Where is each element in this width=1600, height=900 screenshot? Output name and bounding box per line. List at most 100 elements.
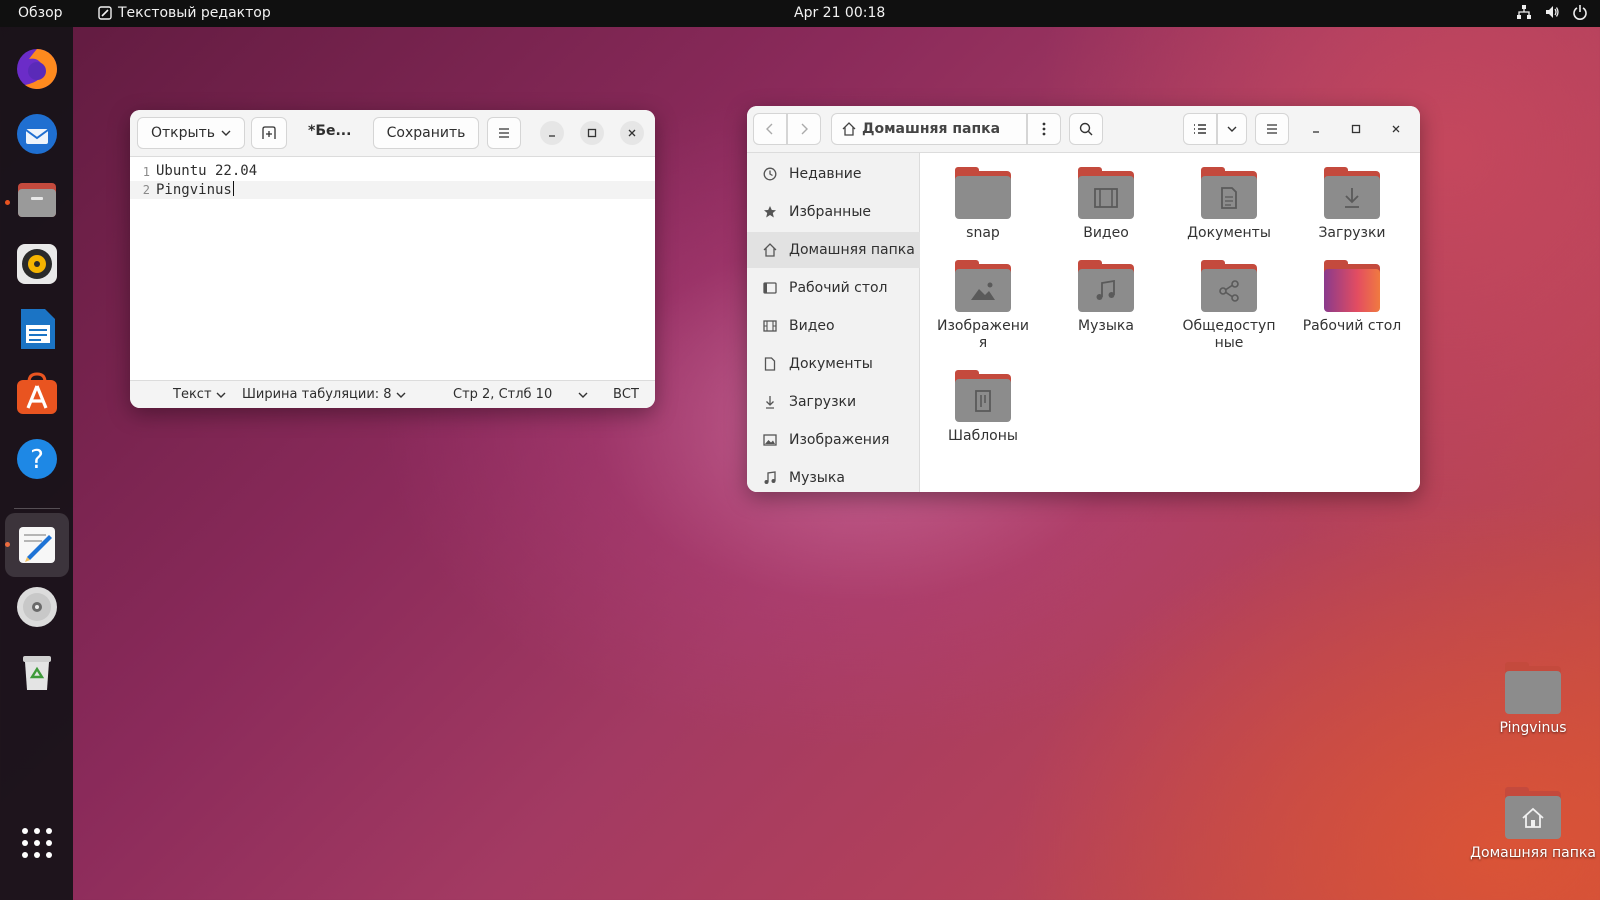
document-icon bbox=[1201, 167, 1257, 219]
document-title[interactable]: *Бе... bbox=[308, 123, 351, 139]
desktop-icon bbox=[761, 281, 779, 295]
power-icon[interactable] bbox=[1572, 4, 1588, 20]
chevron-down-icon bbox=[578, 392, 588, 398]
activities-button[interactable]: Обзор bbox=[18, 5, 63, 21]
sidebar-item-starred[interactable]: Избранные bbox=[747, 194, 920, 230]
view-mode-button[interactable] bbox=[1183, 113, 1217, 145]
app-menu[interactable]: Текстовый редактор bbox=[98, 5, 271, 21]
folder-label: Шаблоны bbox=[948, 428, 1018, 444]
maximize-button[interactable] bbox=[1344, 117, 1368, 141]
view-options-button[interactable] bbox=[1217, 113, 1247, 145]
sidebar-item-documents[interactable]: Документы bbox=[747, 346, 920, 382]
desktop-icon-label: Домашняя папка bbox=[1470, 845, 1596, 861]
back-button[interactable] bbox=[753, 113, 787, 145]
help-icon: ? bbox=[17, 439, 57, 479]
sidebar-item-downloads[interactable]: Загрузки bbox=[747, 384, 920, 420]
folder-item[interactable]: Шаблоны bbox=[928, 370, 1038, 445]
maximize-button[interactable] bbox=[580, 121, 604, 145]
sidebar-item-pictures[interactable]: Изображения bbox=[747, 422, 920, 458]
folder-item[interactable]: Музыка bbox=[1051, 260, 1161, 335]
music-icon bbox=[1078, 260, 1134, 312]
tab-width-selector[interactable]: Ширина табуляции: 8 bbox=[242, 387, 406, 402]
sidebar-item-label: Недавние bbox=[789, 166, 862, 182]
sidebar-item-video[interactable]: Видео bbox=[747, 308, 920, 344]
sidebar-item-music[interactable]: Музыка bbox=[747, 460, 920, 492]
text-line-current: 2 Pingvinus bbox=[130, 181, 655, 199]
desktop-folder-home[interactable]: Домашняя папка bbox=[1463, 787, 1600, 861]
search-icon bbox=[1079, 122, 1093, 136]
dock-firefox[interactable] bbox=[14, 46, 60, 92]
text-area[interactable]: 1 Ubuntu 22.04 2 Pingvinus bbox=[130, 157, 655, 380]
dock-disc[interactable] bbox=[14, 584, 60, 630]
sidebar-item-label: Документы bbox=[789, 356, 873, 372]
files-menu-button[interactable] bbox=[1255, 113, 1289, 145]
sidebar-item-home[interactable]: Домашняя папка bbox=[747, 232, 920, 268]
file-manager-window: Домашняя папка Недавние Избранные Домашн… bbox=[747, 106, 1420, 492]
sidebar-item-label: Избранные bbox=[789, 204, 871, 220]
close-button[interactable] bbox=[620, 121, 644, 145]
sidebar-item-label: Видео bbox=[789, 318, 835, 334]
hamburger-icon bbox=[499, 128, 509, 138]
software-icon bbox=[17, 372, 57, 414]
editor-statusbar: Текст Ширина табуляции: 8 Стр 2, Стлб 10… bbox=[130, 380, 655, 408]
clock-icon bbox=[761, 167, 779, 181]
cursor-position[interactable]: Стр 2, Стлб 10 bbox=[453, 387, 588, 402]
dock-help[interactable]: ? bbox=[14, 436, 60, 482]
tab-width-label: Ширина табуляции: 8 bbox=[242, 387, 392, 402]
folder-item[interactable]: Общедоступные bbox=[1174, 260, 1284, 352]
dock-text-editor[interactable] bbox=[5, 513, 69, 577]
dock-software[interactable] bbox=[14, 371, 60, 417]
path-bar[interactable]: Домашняя папка bbox=[831, 113, 1027, 145]
star-icon bbox=[761, 205, 779, 219]
home-icon bbox=[842, 122, 856, 136]
folder-label: Видео bbox=[1083, 225, 1129, 241]
path-menu-button[interactable] bbox=[1027, 113, 1061, 145]
disc-icon bbox=[17, 587, 57, 627]
hamburger-icon bbox=[1267, 124, 1277, 134]
folder-icon bbox=[1505, 662, 1561, 714]
volume-icon[interactable] bbox=[1544, 4, 1560, 20]
sidebar-item-label: Домашняя папка bbox=[789, 242, 915, 258]
dock-writer[interactable] bbox=[14, 306, 60, 352]
dock-trash[interactable] bbox=[14, 649, 60, 695]
close-button[interactable] bbox=[1384, 117, 1408, 141]
dock-rhythmbox[interactable] bbox=[14, 241, 60, 287]
minimize-button[interactable] bbox=[1304, 117, 1328, 141]
clock[interactable]: Apr 21 00:18 bbox=[794, 5, 885, 21]
new-tab-button[interactable] bbox=[251, 117, 287, 149]
folder-item[interactable]: Загрузки bbox=[1297, 167, 1407, 242]
image-icon bbox=[761, 433, 779, 447]
dock-files[interactable] bbox=[14, 176, 60, 222]
folder-label: Изображения bbox=[936, 318, 1030, 351]
minimize-icon bbox=[549, 135, 555, 137]
folder-item[interactable]: Рабочий стол bbox=[1297, 260, 1407, 335]
show-apps-button[interactable] bbox=[14, 820, 60, 866]
folder-icon bbox=[955, 167, 1011, 219]
network-icon[interactable] bbox=[1516, 4, 1532, 20]
system-tray[interactable] bbox=[1516, 4, 1588, 20]
svg-text:?: ? bbox=[30, 445, 44, 475]
sidebar-item-recent[interactable]: Недавние bbox=[747, 156, 920, 192]
folder-item[interactable]: Видео bbox=[1051, 167, 1161, 242]
list-view-icon bbox=[1194, 124, 1206, 134]
dock-thunderbird[interactable] bbox=[14, 111, 60, 157]
rhythmbox-icon bbox=[17, 244, 57, 284]
sidebar-item-desktop[interactable]: Рабочий стол bbox=[747, 270, 920, 306]
save-button[interactable]: Сохранить bbox=[373, 117, 479, 149]
insert-mode[interactable]: ВСТ bbox=[613, 387, 639, 402]
folder-item[interactable]: Изображения bbox=[928, 260, 1038, 352]
chevron-right-icon bbox=[801, 123, 808, 135]
folder-item[interactable]: snap bbox=[928, 167, 1038, 242]
folder-item[interactable]: Документы bbox=[1174, 167, 1284, 242]
menu-button[interactable] bbox=[487, 117, 521, 149]
dock-separator bbox=[14, 508, 60, 509]
minimize-button[interactable] bbox=[540, 121, 564, 145]
search-button[interactable] bbox=[1069, 113, 1103, 145]
open-button[interactable]: Открыть bbox=[137, 117, 245, 149]
folder-label: Рабочий стол bbox=[1302, 318, 1402, 334]
text-line: 1 Ubuntu 22.04 bbox=[130, 163, 655, 181]
syntax-selector[interactable]: Текст bbox=[173, 387, 226, 402]
forward-button[interactable] bbox=[787, 113, 821, 145]
sidebar-item-label: Изображения bbox=[789, 432, 890, 448]
desktop-folder-pingvinus[interactable]: Pingvinus bbox=[1483, 662, 1583, 736]
